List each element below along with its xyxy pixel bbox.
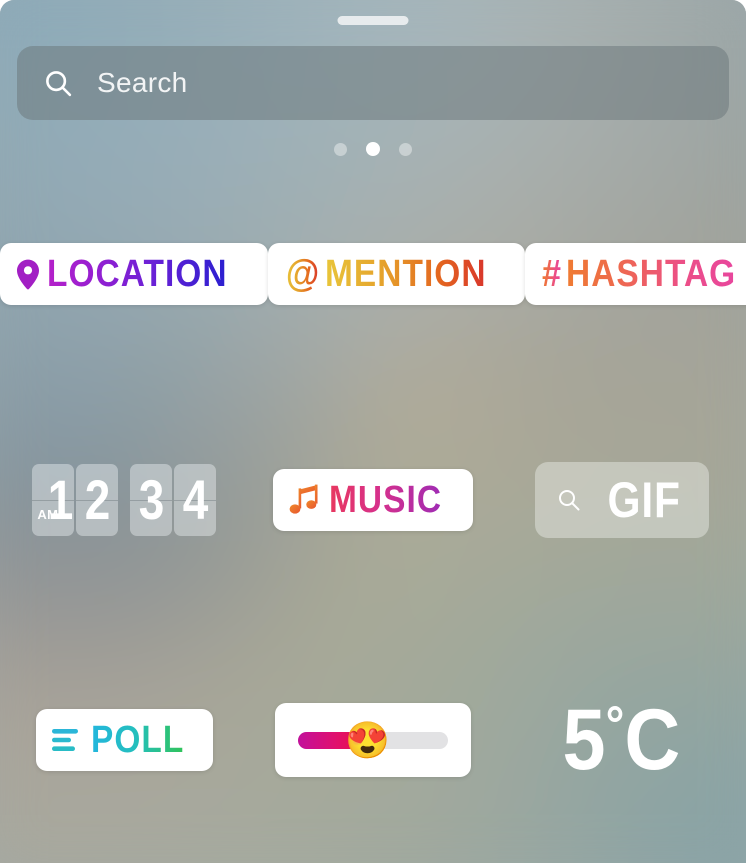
temperature-unit: C bbox=[625, 692, 681, 788]
clock-digit-3: 3 bbox=[139, 472, 165, 528]
clock-digit-4: 4 bbox=[183, 472, 209, 528]
clock-hours: AM 1 2 bbox=[32, 464, 118, 536]
page-dot-1[interactable] bbox=[334, 143, 347, 156]
music-sticker[interactable]: MUSIC bbox=[273, 469, 473, 531]
sticker-cell-emoji-slider: 😍 bbox=[249, 703, 498, 777]
page-indicator bbox=[334, 142, 412, 156]
poll-sticker-label: POLL bbox=[91, 721, 184, 759]
clock-digit-2: 2 bbox=[85, 472, 111, 528]
music-sticker-label: MUSIC bbox=[329, 481, 442, 519]
emoji-slider-track-wrap: 😍 bbox=[298, 732, 448, 749]
sticker-row-2: AM 1 2 3 4 bbox=[0, 455, 746, 545]
location-sticker[interactable]: LOCATION bbox=[0, 243, 268, 305]
hashtag-sticker-label: HASHTAG bbox=[566, 255, 736, 293]
mention-sticker-label: MENTION bbox=[325, 255, 487, 293]
search-input[interactable]: Search bbox=[17, 46, 729, 120]
hash-icon: # bbox=[542, 255, 561, 293]
sticker-cell-mention: @ MENTION bbox=[268, 243, 525, 305]
clock-meridiem: AM bbox=[37, 507, 58, 522]
location-sticker-label: LOCATION bbox=[47, 255, 228, 293]
clock-tile-2: 2 bbox=[76, 464, 118, 536]
sticker-cell-music: MUSIC bbox=[249, 469, 498, 531]
flip-clock-sticker[interactable]: AM 1 2 3 4 bbox=[32, 464, 216, 536]
gif-sticker[interactable]: GIF bbox=[535, 462, 709, 538]
at-sign-icon: @ bbox=[286, 255, 319, 293]
sticker-cell-poll: POLL bbox=[0, 709, 249, 771]
sticker-cell-temperature: 5°C bbox=[497, 697, 746, 783]
search-icon bbox=[557, 488, 581, 512]
emoji-slider-thumb[interactable]: 😍 bbox=[345, 720, 386, 761]
sticker-cell-location: LOCATION bbox=[0, 243, 268, 305]
poll-bars-icon bbox=[52, 727, 82, 753]
sticker-cell-gif: GIF bbox=[497, 462, 746, 538]
gif-sticker-label: GIF bbox=[607, 475, 680, 525]
clock-tile-3: 3 bbox=[130, 464, 172, 536]
sticker-tray-sheet: Search LOCATION @ MENTION # bbox=[0, 0, 746, 863]
mention-sticker[interactable]: @ MENTION bbox=[268, 243, 525, 305]
sheet-drag-handle[interactable] bbox=[338, 16, 409, 25]
page-dot-3[interactable] bbox=[399, 143, 412, 156]
sticker-row-3: POLL 😍 5°C bbox=[0, 695, 746, 785]
poll-sticker[interactable]: POLL bbox=[36, 709, 213, 771]
search-icon bbox=[43, 68, 73, 98]
temperature-value: 5 bbox=[563, 692, 606, 788]
emoji-slider-sticker[interactable]: 😍 bbox=[275, 703, 471, 777]
music-note-icon bbox=[289, 484, 320, 516]
sticker-cell-hashtag: # HASHTAG bbox=[525, 243, 746, 305]
page-dot-2[interactable] bbox=[366, 142, 380, 156]
clock-tile-1: AM 1 bbox=[32, 464, 74, 536]
sticker-row-1: LOCATION @ MENTION # HASHTAG bbox=[0, 243, 746, 305]
search-placeholder: Search bbox=[97, 67, 188, 99]
sticker-cell-clock: AM 1 2 3 4 bbox=[0, 464, 249, 536]
map-pin-icon bbox=[16, 259, 40, 290]
clock-tile-4: 4 bbox=[174, 464, 216, 536]
clock-minutes: 3 4 bbox=[130, 464, 216, 536]
degree-symbol: ° bbox=[606, 696, 625, 754]
hashtag-sticker[interactable]: # HASHTAG bbox=[525, 243, 746, 305]
temperature-sticker[interactable]: 5°C bbox=[563, 697, 681, 783]
